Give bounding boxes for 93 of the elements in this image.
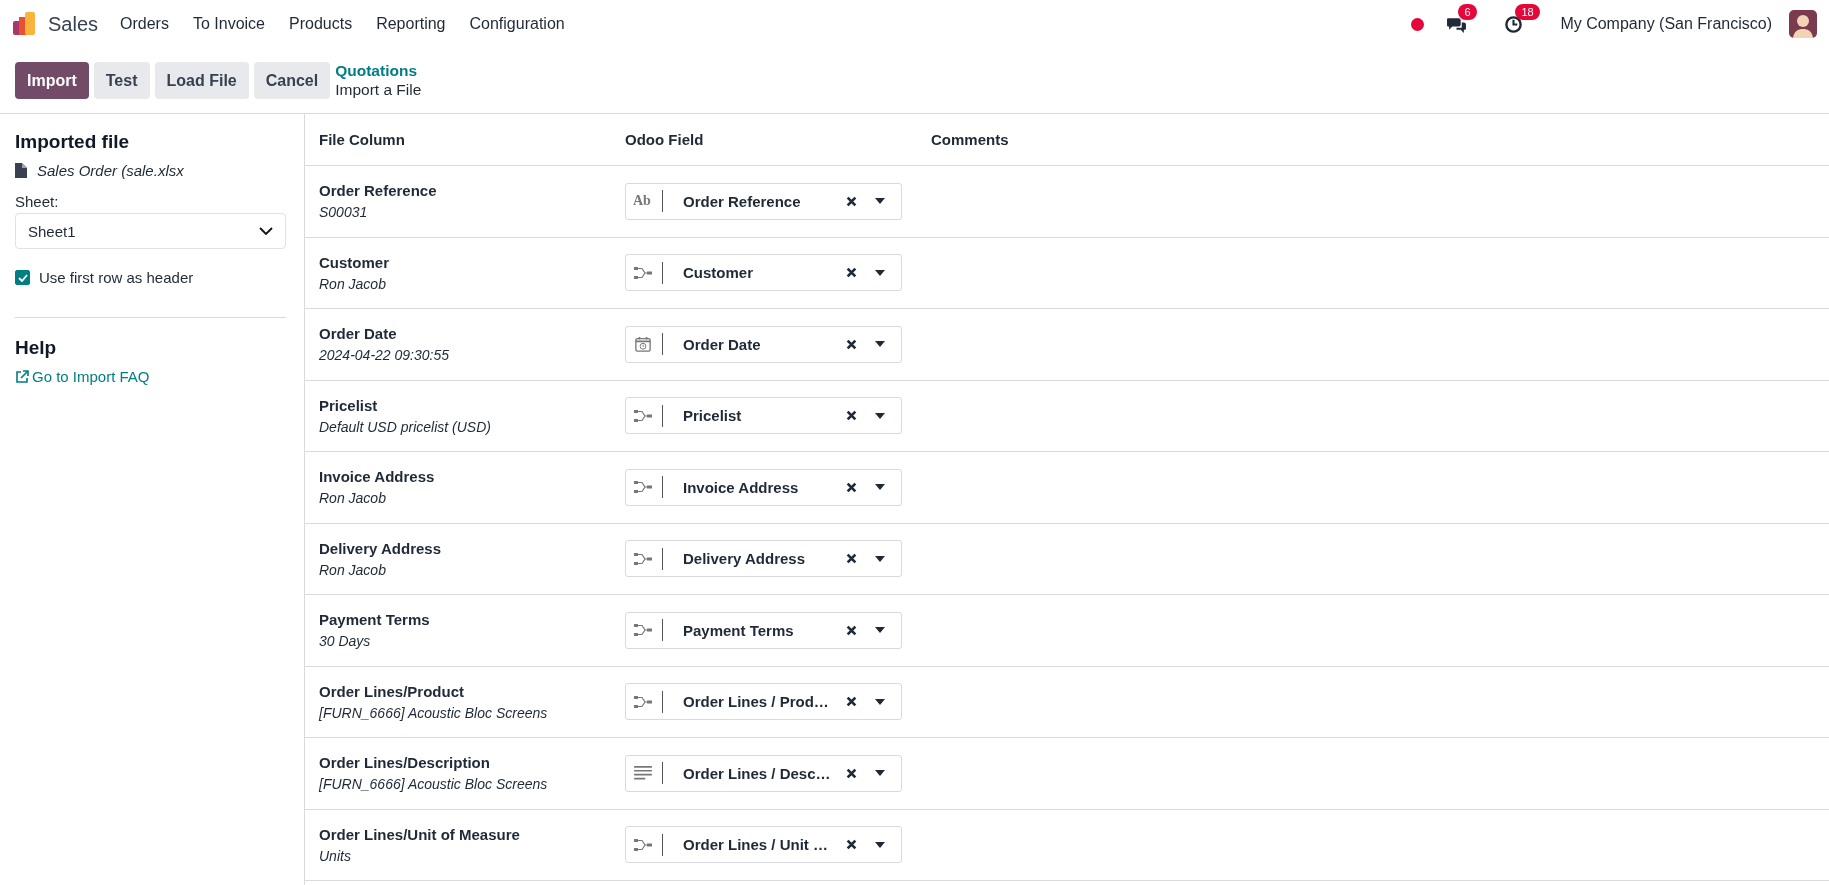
sample-value: Ron Jacob (319, 561, 387, 578)
field-select[interactable]: Payment Terms (625, 611, 902, 649)
field-select[interactable]: Order Lines / Desc… (625, 754, 902, 792)
file-column-name: Order Reference (319, 182, 438, 200)
menu-item[interactable]: Reporting (376, 15, 446, 33)
external-link-icon (15, 369, 29, 384)
column-header: Comments (931, 131, 1010, 148)
column-header: File Column (319, 131, 406, 148)
clear-icon[interactable] (846, 481, 857, 493)
relation-icon (633, 622, 653, 639)
sample-value: Ron Jacob (319, 490, 387, 507)
calendar-icon (633, 336, 653, 353)
notification-badge: 18 (1515, 3, 1540, 20)
import-button[interactable]: Import (15, 62, 89, 99)
clear-icon[interactable] (846, 839, 857, 851)
relation-icon (633, 479, 653, 496)
status-dot-icon[interactable] (1411, 17, 1425, 31)
field-select[interactable]: Invoice Address (625, 468, 902, 506)
breadcrumb-link[interactable]: Quotations (335, 61, 422, 80)
sample-value: 30 Days (319, 633, 372, 650)
file-icon (15, 163, 27, 178)
caret-icon[interactable] (875, 841, 885, 848)
caret-icon[interactable] (875, 269, 885, 276)
clear-icon[interactable] (846, 267, 857, 279)
field-select[interactable]: Pricelist (625, 397, 902, 435)
toolbar-button[interactable]: Load File (154, 62, 249, 99)
sample-value: [FURN_6666] Acoustic Bloc Screens (319, 704, 549, 721)
toolbar-button[interactable]: Test (93, 62, 150, 99)
checkbox-label: Use first row as header (39, 269, 194, 286)
app-name[interactable]: Sales (48, 12, 99, 36)
relation-icon (633, 550, 653, 567)
avatar-icon[interactable] (1789, 10, 1817, 38)
file-column-name: Order Date (319, 325, 398, 343)
field-select[interactable]: Order Lines / Prod… (625, 683, 902, 721)
file-column-name: Invoice Address (319, 468, 436, 486)
file-column-name: Order Lines/Product (319, 682, 466, 700)
breadcrumb-current: Import a File (335, 80, 422, 99)
section-title: Imported file (15, 131, 130, 153)
relation-icon (633, 264, 653, 281)
sheet-label: Sheet: (15, 193, 60, 210)
caret-icon[interactable] (875, 484, 885, 491)
caret-icon[interactable] (875, 770, 885, 777)
menu-item[interactable]: To Invoice (192, 15, 265, 33)
sample-value: Default USD pricelist (USD) (319, 418, 492, 435)
field-select[interactable]: Order Lines / Unit … (625, 826, 902, 864)
caret-icon[interactable] (875, 627, 885, 634)
clear-icon[interactable] (846, 195, 857, 207)
column-header: Odoo Field (625, 131, 705, 148)
menu-item[interactable]: Configuration (469, 15, 565, 33)
relation-icon (633, 836, 653, 853)
menu-item[interactable]: Products (289, 15, 353, 33)
sample-value: Ron Jacob (319, 275, 387, 292)
sample-value: S00031 (319, 204, 369, 221)
paragraph-icon (633, 765, 653, 782)
file-column-name: Pricelist (319, 396, 379, 414)
file-column-name: Order Lines/Description (319, 754, 491, 772)
caret-icon[interactable] (875, 555, 885, 562)
sample-value: [FURN_6666] Acoustic Bloc Screens (319, 776, 549, 793)
relation-icon (633, 407, 653, 424)
chevron-down-icon (259, 227, 273, 235)
caret-icon[interactable] (875, 698, 885, 705)
field-select[interactable]: Ab Order Reference (625, 182, 902, 220)
file-column-name: Customer (319, 253, 390, 271)
sheet-select[interactable]: Sheet1 (15, 213, 286, 249)
clear-icon[interactable] (846, 553, 857, 565)
clear-icon[interactable] (846, 624, 857, 636)
file-column-name: Order Lines/Unit of Measure (319, 825, 521, 843)
field-select[interactable]: Delivery Address (625, 540, 902, 578)
clear-icon[interactable] (846, 696, 857, 708)
caret-icon[interactable] (875, 341, 885, 348)
caret-icon[interactable] (875, 198, 885, 205)
app-logo-icon[interactable] (12, 11, 38, 37)
clock-icon[interactable] (1503, 14, 1525, 34)
field-select[interactable]: Order Date (625, 325, 902, 363)
faq-link[interactable]: Go to Import FAQ (32, 368, 150, 385)
sample-value: 2024-04-22 09:30:55 (319, 347, 450, 364)
field-select[interactable]: Customer (625, 254, 902, 292)
clear-icon[interactable] (846, 338, 857, 350)
header-checkbox[interactable] (15, 270, 30, 285)
text-type-icon: Ab (633, 193, 651, 210)
menu-item[interactable]: Orders (120, 15, 169, 33)
file-name: Sales Order (sale.xlsx (37, 162, 184, 179)
file-column-name: Delivery Address (319, 539, 442, 557)
clear-icon[interactable] (846, 410, 857, 422)
notification-badge: 6 (1458, 3, 1477, 20)
relation-icon (633, 693, 653, 710)
clear-icon[interactable] (846, 767, 857, 779)
toolbar-button[interactable]: Cancel (253, 62, 331, 99)
section-title: Help (15, 337, 58, 359)
file-column-name: Payment Terms (319, 611, 431, 629)
caret-icon[interactable] (875, 412, 885, 419)
sample-value: Units (319, 847, 352, 864)
company-switcher[interactable]: My Company (San Francisco) (1560, 15, 1772, 33)
